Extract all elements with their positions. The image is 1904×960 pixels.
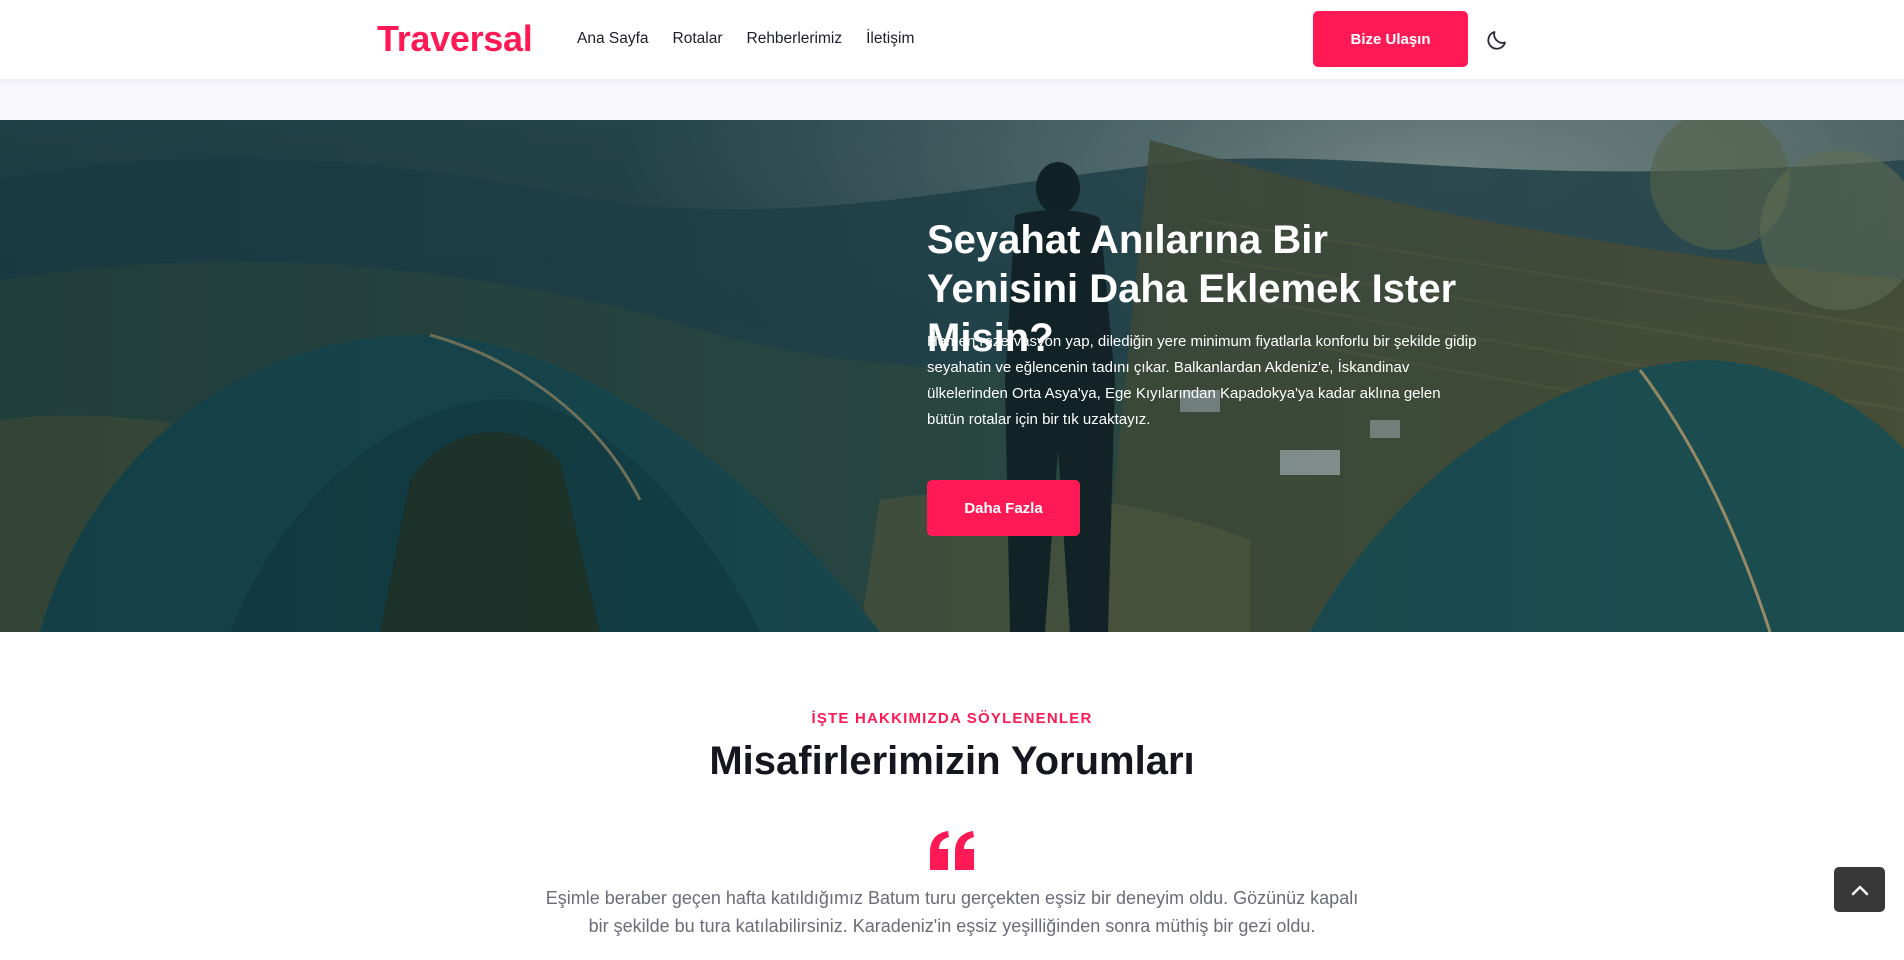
learn-more-button[interactable]: Daha Fazla (927, 480, 1080, 536)
header-spacer (0, 79, 1904, 120)
scroll-to-top-button[interactable] (1834, 867, 1885, 912)
moon-icon (1487, 31, 1506, 50)
nav-item-home[interactable]: Ana Sayfa (577, 28, 649, 50)
theme-toggle[interactable] (1484, 27, 1510, 53)
chevron-up-icon (1851, 885, 1868, 895)
testimonials-title: Misafirlerimizin Yorumları (709, 739, 1195, 783)
main-nav: Ana Sayfa Rotalar Rehberlerimiz İletişim (577, 28, 938, 50)
logo[interactable]: Traversal (377, 17, 533, 61)
testimonials-eyebrow: İŞTE HAKKIMIZDA SÖYLENENLER (811, 710, 1093, 727)
nav-item-routes[interactable]: Rotalar (673, 28, 723, 50)
nav-item-contact[interactable]: İletişim (866, 28, 914, 50)
contact-us-button[interactable]: Bize Ulaşın (1313, 11, 1468, 67)
nav-item-guides[interactable]: Rehberlerimiz (747, 28, 843, 50)
hero-section: Seyahat Anılarına Bir Yenisini Daha Ekle… (0, 120, 1904, 632)
site-header: Traversal Ana Sayfa Rotalar Rehberlerimi… (0, 0, 1904, 79)
quote-icon (930, 831, 974, 870)
hero-description: Hemen rezervasyon yap, dilediğin yere mi… (927, 333, 1477, 428)
testimonial-quote: Eşimle beraber geçen hafta katıldığımız … (545, 888, 1359, 936)
